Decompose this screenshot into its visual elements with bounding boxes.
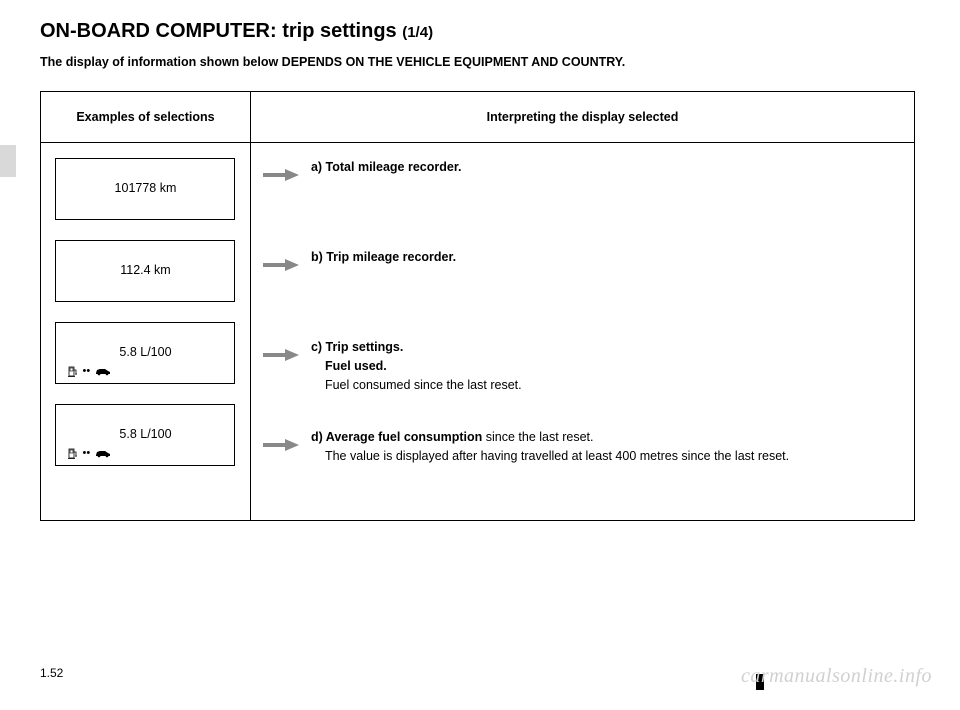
desc-label: d) Average fuel consumption xyxy=(311,430,482,444)
desc-label: c) Trip settings. xyxy=(311,340,403,354)
desc-text: d) Average fuel consumption since the la… xyxy=(311,428,904,466)
subtitle-text: The display of information shown below D… xyxy=(40,55,920,69)
pump-car-icons: •• xyxy=(68,447,112,459)
display-box-avg-consumption: 5.8 L/100 •• xyxy=(55,404,235,466)
title-main: ON-BOARD COMPUTER: trip settings xyxy=(40,20,402,42)
watermark-text: carmanualsonline.info xyxy=(741,665,932,688)
arrow-icon xyxy=(261,258,299,272)
arrow-icon xyxy=(261,438,299,452)
arrow-icon xyxy=(261,168,299,182)
interpreting-cell: a) Total mileage recorder. b) Trip milea… xyxy=(250,143,914,521)
desc-row-c: c) Trip settings. Fuel used. Fuel consum… xyxy=(261,338,904,400)
desc-extra: The value is displayed after having trav… xyxy=(325,447,789,466)
fuel-pump-icon xyxy=(68,365,78,377)
desc-text: a) Total mileage recorder. xyxy=(311,158,904,177)
display-value: 112.4 km xyxy=(120,263,171,277)
desc-inline-after: since the last reset. xyxy=(482,430,593,444)
desc-row-a: a) Total mileage recorder. xyxy=(261,158,904,220)
header-interpreting: Interpreting the display selected xyxy=(250,92,914,143)
display-box-fuel-used: 5.8 L/100 •• xyxy=(55,322,235,384)
display-value: 5.8 L/100 xyxy=(119,427,171,441)
side-tab-marker xyxy=(0,145,16,177)
examples-cell: 101778 km 112.4 km 5.8 L/100 •• 5.8 L/10… xyxy=(41,143,251,521)
desc-label: b) Trip mileage recorder. xyxy=(311,250,456,264)
header-examples: Examples of selections xyxy=(41,92,251,143)
trip-settings-table: Examples of selections Interpreting the … xyxy=(40,91,915,521)
desc-text: b) Trip mileage recorder. xyxy=(311,248,904,267)
page-title: ON-BOARD COMPUTER: trip settings (1/4) xyxy=(40,20,920,43)
title-page-part: (1/4) xyxy=(402,24,433,41)
fuel-pump-icon xyxy=(68,447,78,459)
display-box-total-mileage: 101778 km xyxy=(55,158,235,220)
dots-separator: •• xyxy=(82,447,90,459)
desc-row-d: d) Average fuel consumption since the la… xyxy=(261,428,904,490)
desc-text: c) Trip settings. Fuel used. Fuel consum… xyxy=(311,338,904,394)
page-number: 1.52 xyxy=(40,666,63,680)
table-header-row: Examples of selections Interpreting the … xyxy=(41,92,915,143)
display-box-trip-mileage: 112.4 km xyxy=(55,240,235,302)
pump-car-icons: •• xyxy=(68,365,112,377)
display-value: 5.8 L/100 xyxy=(119,345,171,359)
arrow-icon xyxy=(261,348,299,362)
desc-label: a) Total mileage recorder. xyxy=(311,160,462,174)
desc-extra: Fuel consumed since the last reset. xyxy=(325,376,522,395)
desc-row-b: b) Trip mileage recorder. xyxy=(261,248,904,310)
car-icon xyxy=(94,366,112,376)
display-value: 101778 km xyxy=(115,181,177,195)
desc-extra-bold: Fuel used. xyxy=(325,357,387,376)
dots-separator: •• xyxy=(82,365,90,377)
car-icon xyxy=(94,448,112,458)
table-body-row: 101778 km 112.4 km 5.8 L/100 •• 5.8 L/10… xyxy=(41,143,915,521)
